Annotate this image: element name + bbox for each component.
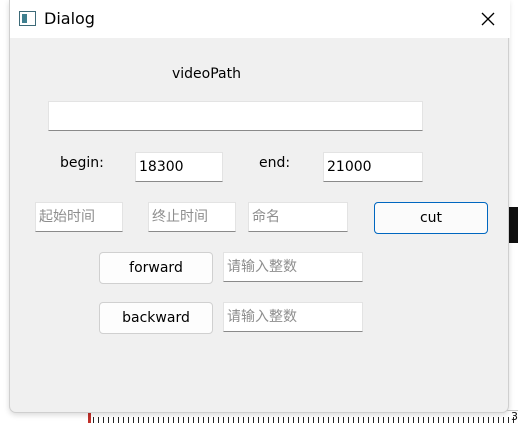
begin-label: begin: (60, 155, 104, 171)
end-label: end: (259, 155, 291, 171)
ruler-ticks (88, 417, 518, 423)
close-button[interactable] (470, 2, 506, 36)
backward-button[interactable]: backward (99, 302, 213, 334)
window-icon (19, 11, 36, 26)
begin-input[interactable] (135, 152, 223, 182)
window-title: Dialog (44, 9, 95, 28)
close-icon (481, 12, 495, 26)
start-time-input[interactable] (35, 202, 123, 232)
video-path-input[interactable] (48, 101, 423, 131)
dialog-window: Dialog videoPath begin: end: cut forward… (9, 0, 510, 413)
video-path-label: videoPath (172, 66, 241, 82)
title-bar[interactable]: Dialog (10, 0, 510, 38)
forward-steps-input[interactable] (223, 252, 363, 282)
cut-button[interactable]: cut (374, 202, 488, 234)
backward-steps-input[interactable] (223, 302, 363, 332)
end-input[interactable] (323, 152, 423, 182)
end-time-input[interactable] (148, 202, 236, 232)
forward-button[interactable]: forward (99, 252, 213, 284)
ruler-number: 3 (511, 410, 518, 423)
name-input[interactable] (248, 202, 348, 232)
